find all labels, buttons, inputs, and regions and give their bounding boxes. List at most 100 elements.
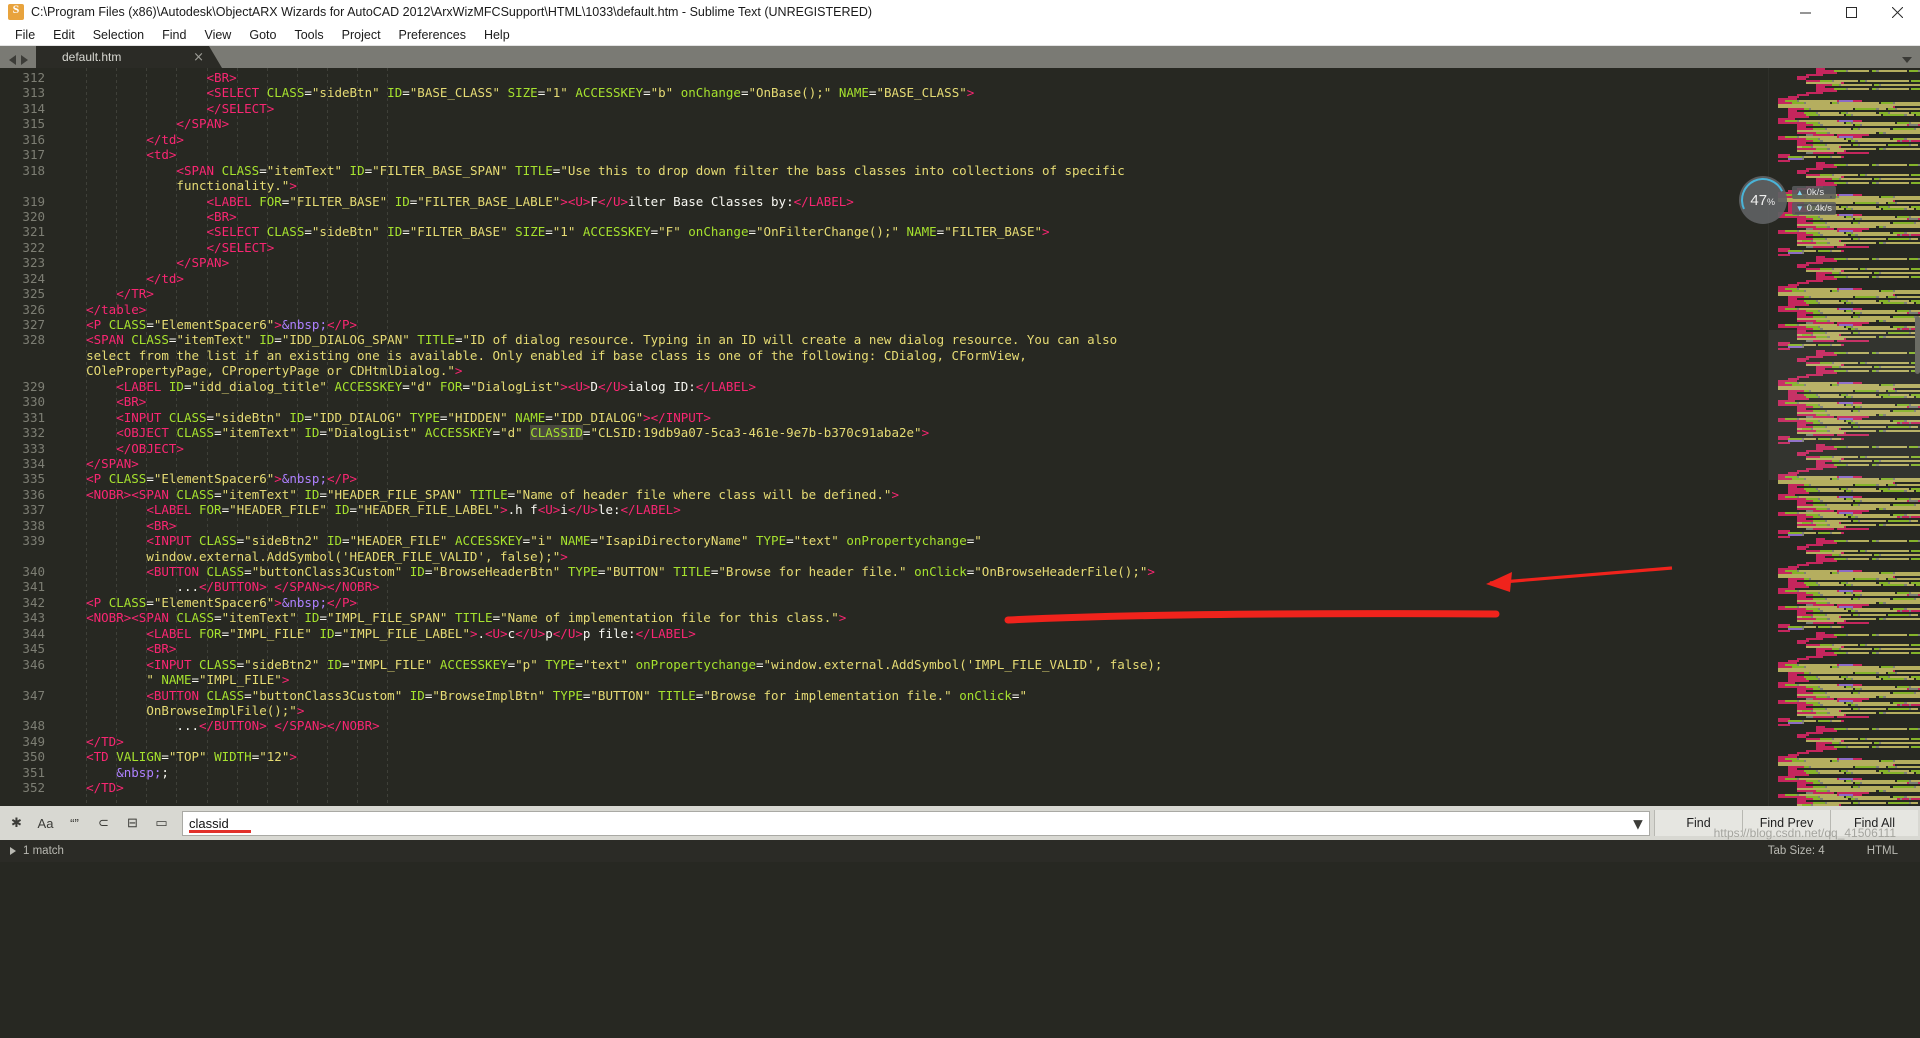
code-line[interactable]: functionality."> bbox=[56, 178, 1768, 193]
minimap-line bbox=[1832, 84, 1840, 86]
wrap-toggle[interactable]: ⊂ bbox=[90, 810, 117, 836]
code-token: </SPAN> bbox=[176, 116, 230, 132]
code-token: onClick bbox=[959, 687, 1012, 703]
regex-toggle[interactable]: ✱ bbox=[3, 810, 30, 836]
code-line[interactable]: OnBrowseImplFile();"> bbox=[56, 703, 1768, 718]
code-line[interactable]: <NOBR><SPAN CLASS="itemText" ID="IMPL_FI… bbox=[56, 610, 1768, 625]
code-line[interactable]: <SELECT CLASS="sideBtn" ID="BASE_CLASS" … bbox=[56, 85, 1768, 100]
code-token: "Name of header file where class will be… bbox=[515, 486, 892, 502]
tab-size-label[interactable]: Tab Size: 4 bbox=[1768, 845, 1825, 857]
menu-help[interactable]: Help bbox=[475, 26, 519, 44]
code-line[interactable]: </SELECT> bbox=[56, 101, 1768, 116]
code-line[interactable]: </td> bbox=[56, 271, 1768, 286]
prev-tab-icon[interactable] bbox=[9, 55, 16, 65]
code-line[interactable]: <BR> bbox=[56, 394, 1768, 409]
code-line[interactable]: <INPUT CLASS="sideBtn2" ID="HEADER_FILE"… bbox=[56, 533, 1768, 548]
case-sensitive-toggle[interactable]: Aa bbox=[32, 810, 59, 836]
minimap-line bbox=[1853, 302, 1882, 304]
code-line[interactable]: <NOBR><SPAN CLASS="itemText" ID="HEADER_… bbox=[56, 487, 1768, 502]
code-token: "p" bbox=[515, 656, 538, 672]
next-tab-icon[interactable] bbox=[21, 55, 28, 65]
code-line[interactable]: <LABEL FOR="FILTER_BASE" ID="FILTER_BASE… bbox=[56, 194, 1768, 209]
console-chevron-icon[interactable] bbox=[10, 847, 16, 855]
code-line[interactable]: <P CLASS="ElementSpacer6">&nbsp;</P> bbox=[56, 471, 1768, 486]
code-line[interactable]: <INPUT CLASS="sideBtn2" ID="IMPL_FILE" A… bbox=[56, 657, 1768, 672]
menu-preferences[interactable]: Preferences bbox=[390, 26, 475, 44]
code-line[interactable]: <BR> bbox=[56, 70, 1768, 85]
code-line[interactable]: select from the list if an existing one … bbox=[56, 348, 1768, 363]
close-button[interactable] bbox=[1874, 0, 1920, 24]
minimap-line bbox=[1811, 296, 1854, 298]
minimap-line bbox=[1897, 766, 1920, 768]
vertical-scrollbar[interactable] bbox=[1915, 316, 1920, 374]
highlight-results-toggle[interactable]: ▭ bbox=[148, 810, 175, 836]
tab-close-icon[interactable]: × bbox=[193, 50, 218, 65]
find-input-wrapper[interactable]: ▼ bbox=[182, 810, 1650, 836]
code-line[interactable]: <P CLASS="ElementSpacer6">&nbsp;</P> bbox=[56, 317, 1768, 332]
code-line[interactable]: <td> bbox=[56, 147, 1768, 162]
code-line[interactable]: <P CLASS="ElementSpacer6">&nbsp;</P> bbox=[56, 595, 1768, 610]
code-line[interactable]: </SPAN> bbox=[56, 456, 1768, 471]
search-input[interactable] bbox=[183, 812, 1627, 834]
code-line[interactable]: <LABEL FOR="HEADER_FILE" ID="HEADER_FILE… bbox=[56, 502, 1768, 517]
code-view[interactable]: <BR> <SELECT CLASS="sideBtn" ID="BASE_CL… bbox=[56, 68, 1768, 806]
code-line[interactable]: <LABEL FOR="IMPL_FILE" ID="IMPL_FILE_LAB… bbox=[56, 626, 1768, 641]
code-line[interactable]: window.external.AddSymbol('HEADER_FILE_V… bbox=[56, 549, 1768, 564]
whole-word-toggle[interactable]: “” bbox=[61, 810, 88, 836]
menu-view[interactable]: View bbox=[195, 26, 240, 44]
code-line[interactable]: </TD> bbox=[56, 780, 1768, 795]
code-line[interactable]: </td> bbox=[56, 132, 1768, 147]
code-line[interactable]: </TR> bbox=[56, 286, 1768, 301]
code-line[interactable]: </SPAN> bbox=[56, 255, 1768, 270]
menu-project[interactable]: Project bbox=[333, 26, 390, 44]
tab-default-htm[interactable]: default.htm × bbox=[36, 46, 222, 68]
code-line[interactable]: <SELECT CLASS="sideBtn" ID="FILTER_BASE"… bbox=[56, 224, 1768, 239]
code-line[interactable]: <OBJECT CLASS="itemText" ID="DialogList"… bbox=[56, 425, 1768, 441]
syntax-label[interactable]: HTML bbox=[1867, 845, 1898, 857]
code-line[interactable]: &nbsp;; bbox=[56, 765, 1768, 780]
menu-edit[interactable]: Edit bbox=[44, 26, 84, 44]
code-line[interactable]: </SPAN> bbox=[56, 116, 1768, 131]
code-line[interactable]: <BUTTON CLASS="buttonClass3Custom" ID="B… bbox=[56, 688, 1768, 703]
code-line[interactable]: <SPAN CLASS="itemText" ID="FILTER_BASE_S… bbox=[56, 163, 1768, 178]
maximize-button[interactable] bbox=[1828, 0, 1874, 24]
chevron-down-icon[interactable]: ▼ bbox=[1627, 812, 1649, 835]
code-line[interactable]: <SPAN CLASS="itemText" ID="IDD_DIALOG_SP… bbox=[56, 332, 1768, 347]
code-line[interactable]: </table> bbox=[56, 302, 1768, 317]
code-token: ; bbox=[161, 764, 169, 780]
menu-tools[interactable]: Tools bbox=[285, 26, 332, 44]
code-line[interactable]: <TD VALIGN="TOP" WIDTH="12"> bbox=[56, 749, 1768, 764]
line-number: 317 bbox=[22, 147, 45, 163]
code-line[interactable]: <INPUT CLASS="sideBtn" ID="IDD_DIALOG" T… bbox=[56, 410, 1768, 425]
code-line[interactable]: </TD> bbox=[56, 734, 1768, 749]
code-line[interactable]: </OBJECT> bbox=[56, 441, 1768, 456]
menu-goto[interactable]: Goto bbox=[240, 26, 285, 44]
menu-file[interactable]: File bbox=[6, 26, 44, 44]
code-token: = bbox=[342, 656, 350, 672]
code-line[interactable]: " NAME="IMPL_FILE"> bbox=[56, 672, 1768, 687]
code-token: SIZE bbox=[507, 85, 538, 101]
menu-selection[interactable]: Selection bbox=[84, 26, 153, 44]
code-line[interactable]: <BR> bbox=[56, 518, 1768, 533]
code-token: = bbox=[545, 224, 553, 240]
code-line[interactable]: <LABEL ID="idd_dialog_title" ACCESSKEY="… bbox=[56, 379, 1768, 394]
code-line[interactable]: COlePropertyPage, CPropertyPage or CDHtm… bbox=[56, 363, 1768, 378]
network-speed-widget[interactable]: 47% ▲ 0k/s ▼ 0.4k/s bbox=[1738, 176, 1836, 224]
minimize-button[interactable] bbox=[1782, 0, 1828, 24]
code-line[interactable]: <BR> bbox=[56, 209, 1768, 224]
code-token: = bbox=[161, 749, 169, 765]
minimap-viewport-indicator[interactable] bbox=[1769, 330, 1920, 480]
in-selection-toggle[interactable]: ⊟ bbox=[119, 810, 146, 836]
code-line[interactable]: <BR> bbox=[56, 641, 1768, 656]
tab-overflow-chevron-down-icon[interactable] bbox=[1902, 57, 1912, 63]
line-number-wrap bbox=[0, 703, 56, 718]
minimap-line bbox=[1853, 528, 1870, 530]
code-line[interactable]: </SELECT> bbox=[56, 240, 1768, 255]
menu-find[interactable]: Find bbox=[153, 26, 195, 44]
code-line[interactable]: <BUTTON CLASS="buttonClass3Custom" ID="B… bbox=[56, 564, 1768, 579]
code-line[interactable]: ...</BUTTON> </SPAN></NOBR> bbox=[56, 579, 1768, 594]
code-line[interactable]: ...</BUTTON> </SPAN></NOBR> bbox=[56, 718, 1768, 733]
